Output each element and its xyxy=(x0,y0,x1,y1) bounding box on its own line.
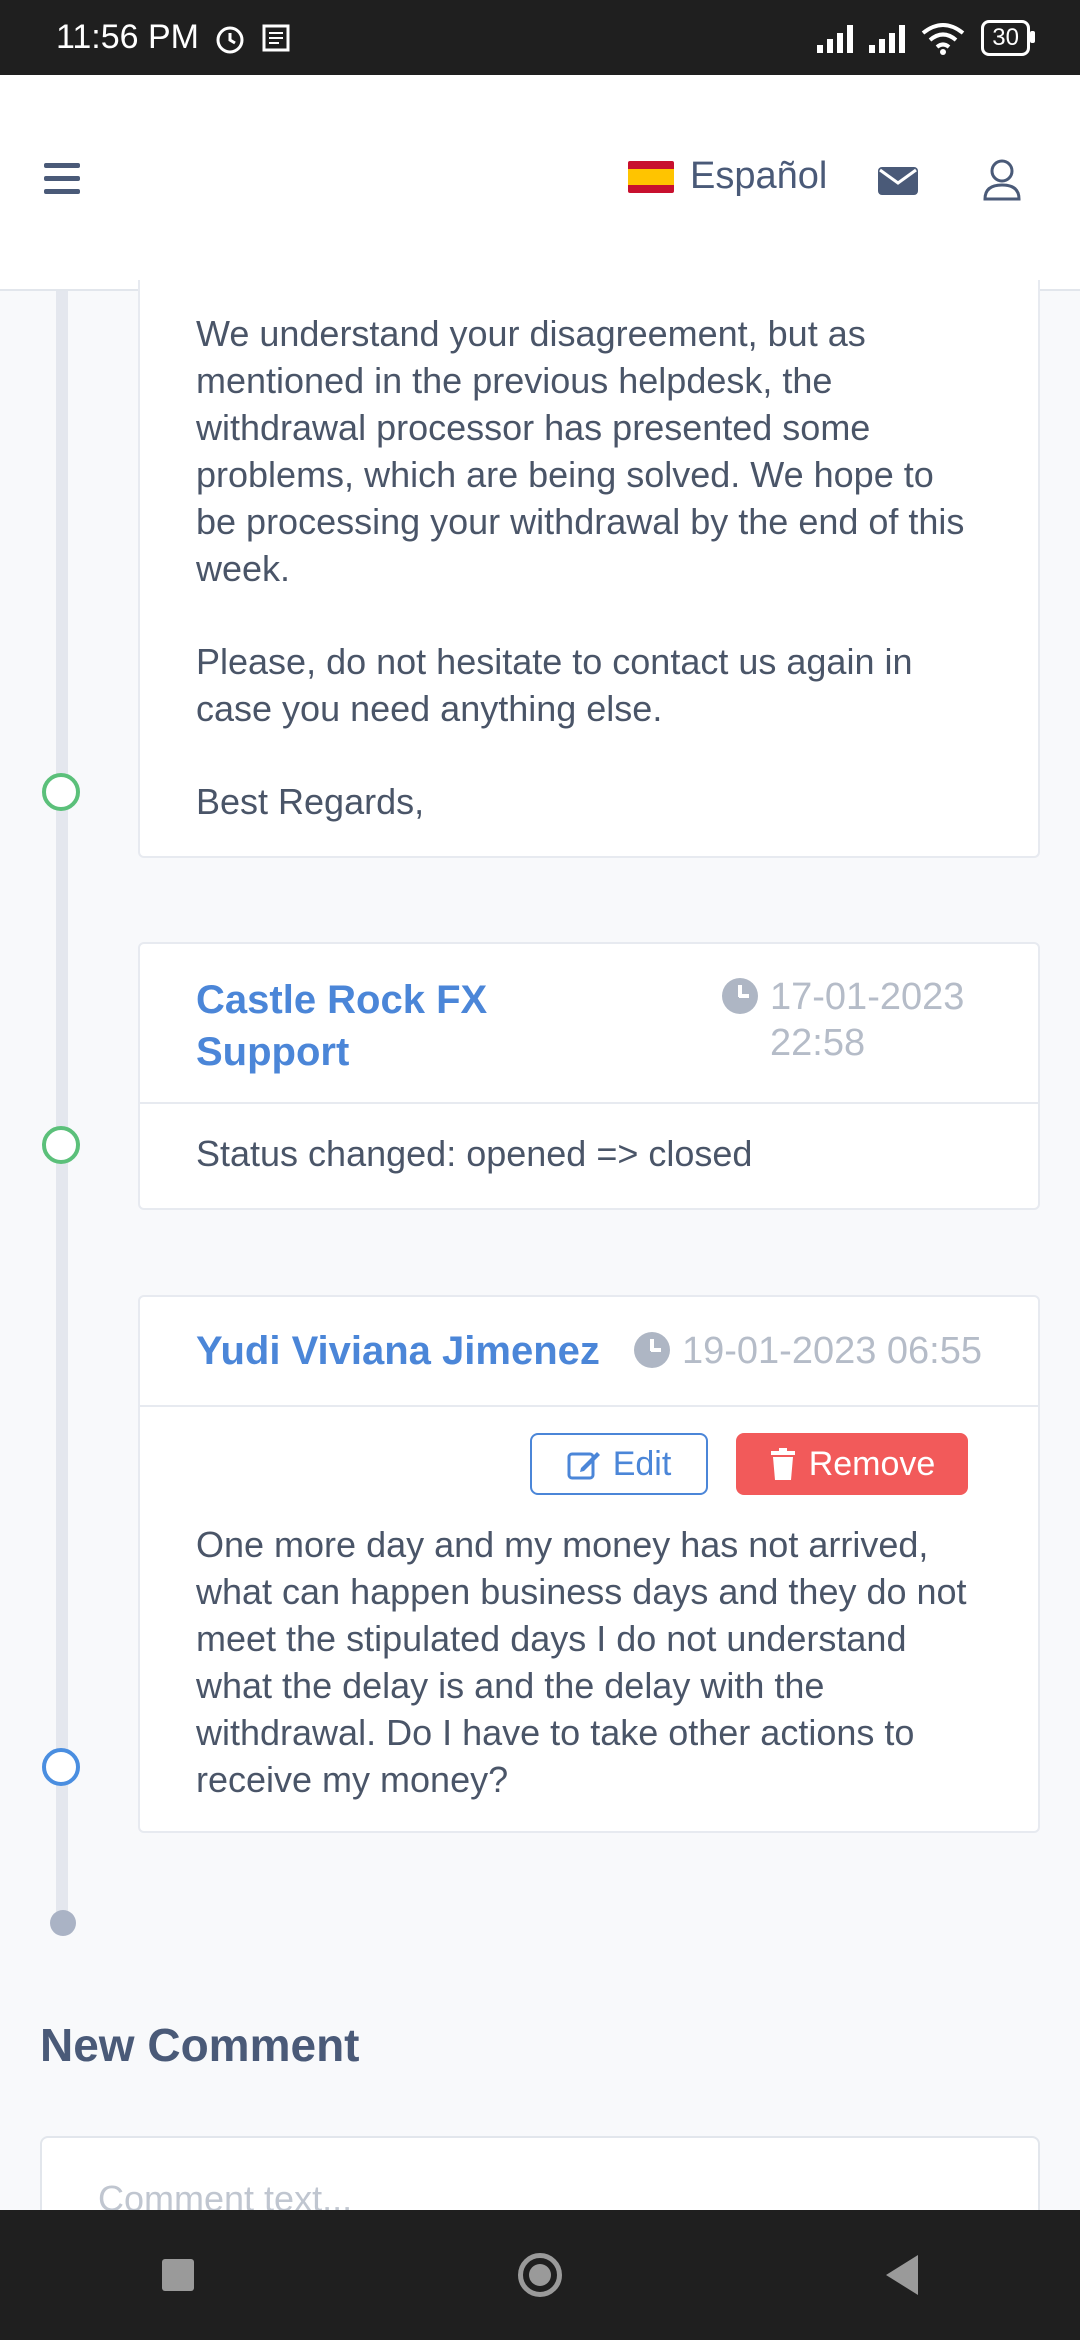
message-card: Castle Rock FX Support 17-01-2023 22:58 … xyxy=(138,942,1040,1210)
timeline-dot xyxy=(42,1126,80,1164)
language-selector[interactable]: Español xyxy=(628,155,827,198)
trash-icon xyxy=(770,1448,795,1480)
message-body: One more day and my money has not arrive… xyxy=(196,1524,967,1800)
wifi-icon xyxy=(922,22,965,55)
home-button[interactable] xyxy=(518,2253,562,2297)
user-icon[interactable] xyxy=(982,159,1022,201)
remove-button[interactable]: Remove xyxy=(736,1433,968,1495)
app-header: Español xyxy=(0,75,1080,291)
system-nav-bar xyxy=(0,2210,1080,2340)
timeline-line xyxy=(56,291,68,1931)
battery-icon: 30 xyxy=(981,19,1035,56)
edit-label: Edit xyxy=(612,1444,672,1483)
message-paragraph: Best Regards, xyxy=(196,781,425,822)
status-bar: 11:56 PM 30 xyxy=(0,0,1080,75)
message-paragraph: Please, do not hesitate to contact us ag… xyxy=(196,641,913,729)
clock-icon xyxy=(633,1332,670,1368)
timestamp-text: 17-01-2023 22:58 xyxy=(770,976,965,1064)
recent-apps-button[interactable] xyxy=(162,2259,194,2291)
signal-icon xyxy=(817,23,854,53)
status-time: 11:56 PM xyxy=(56,18,200,56)
message-timestamp: 19-01-2023 06:55 xyxy=(633,1328,982,1374)
alarm-icon xyxy=(216,26,244,53)
message-author[interactable]: Castle Rock FX Support xyxy=(196,974,596,1076)
edit-button[interactable]: Edit xyxy=(530,1433,708,1495)
edit-icon xyxy=(567,1452,600,1480)
battery-level: 30 xyxy=(992,23,1019,51)
menu-icon[interactable] xyxy=(44,163,80,195)
message-author[interactable]: Yudi Viviana Jimenez xyxy=(196,1325,600,1377)
new-comment-title: New Comment xyxy=(40,2019,360,2071)
message-body: Status changed: opened => closed xyxy=(196,1133,753,1174)
message-timestamp: 17-01-2023 22:58 xyxy=(722,974,982,1076)
remove-label: Remove xyxy=(808,1444,936,1483)
message-card: Yudi Viviana Jimenez 19-01-2023 06:55 Ed… xyxy=(138,1295,1040,1833)
signal-icon-2 xyxy=(869,23,906,53)
mail-icon[interactable] xyxy=(878,167,918,195)
spain-flag-icon xyxy=(628,160,674,193)
language-label: Español xyxy=(690,155,828,197)
clock-icon xyxy=(722,978,758,1014)
timeline-dot xyxy=(42,773,80,811)
timeline-dot xyxy=(42,1748,80,1786)
back-button[interactable] xyxy=(886,2255,918,2295)
message-paragraph: We understand your disagreement, but as … xyxy=(196,313,965,589)
message-card: We understand your disagreement, but as … xyxy=(138,280,1040,858)
timeline-end-dot xyxy=(50,1910,76,1936)
notification-icon xyxy=(262,24,290,51)
timestamp-text: 19-01-2023 06:55 xyxy=(681,1330,982,1372)
